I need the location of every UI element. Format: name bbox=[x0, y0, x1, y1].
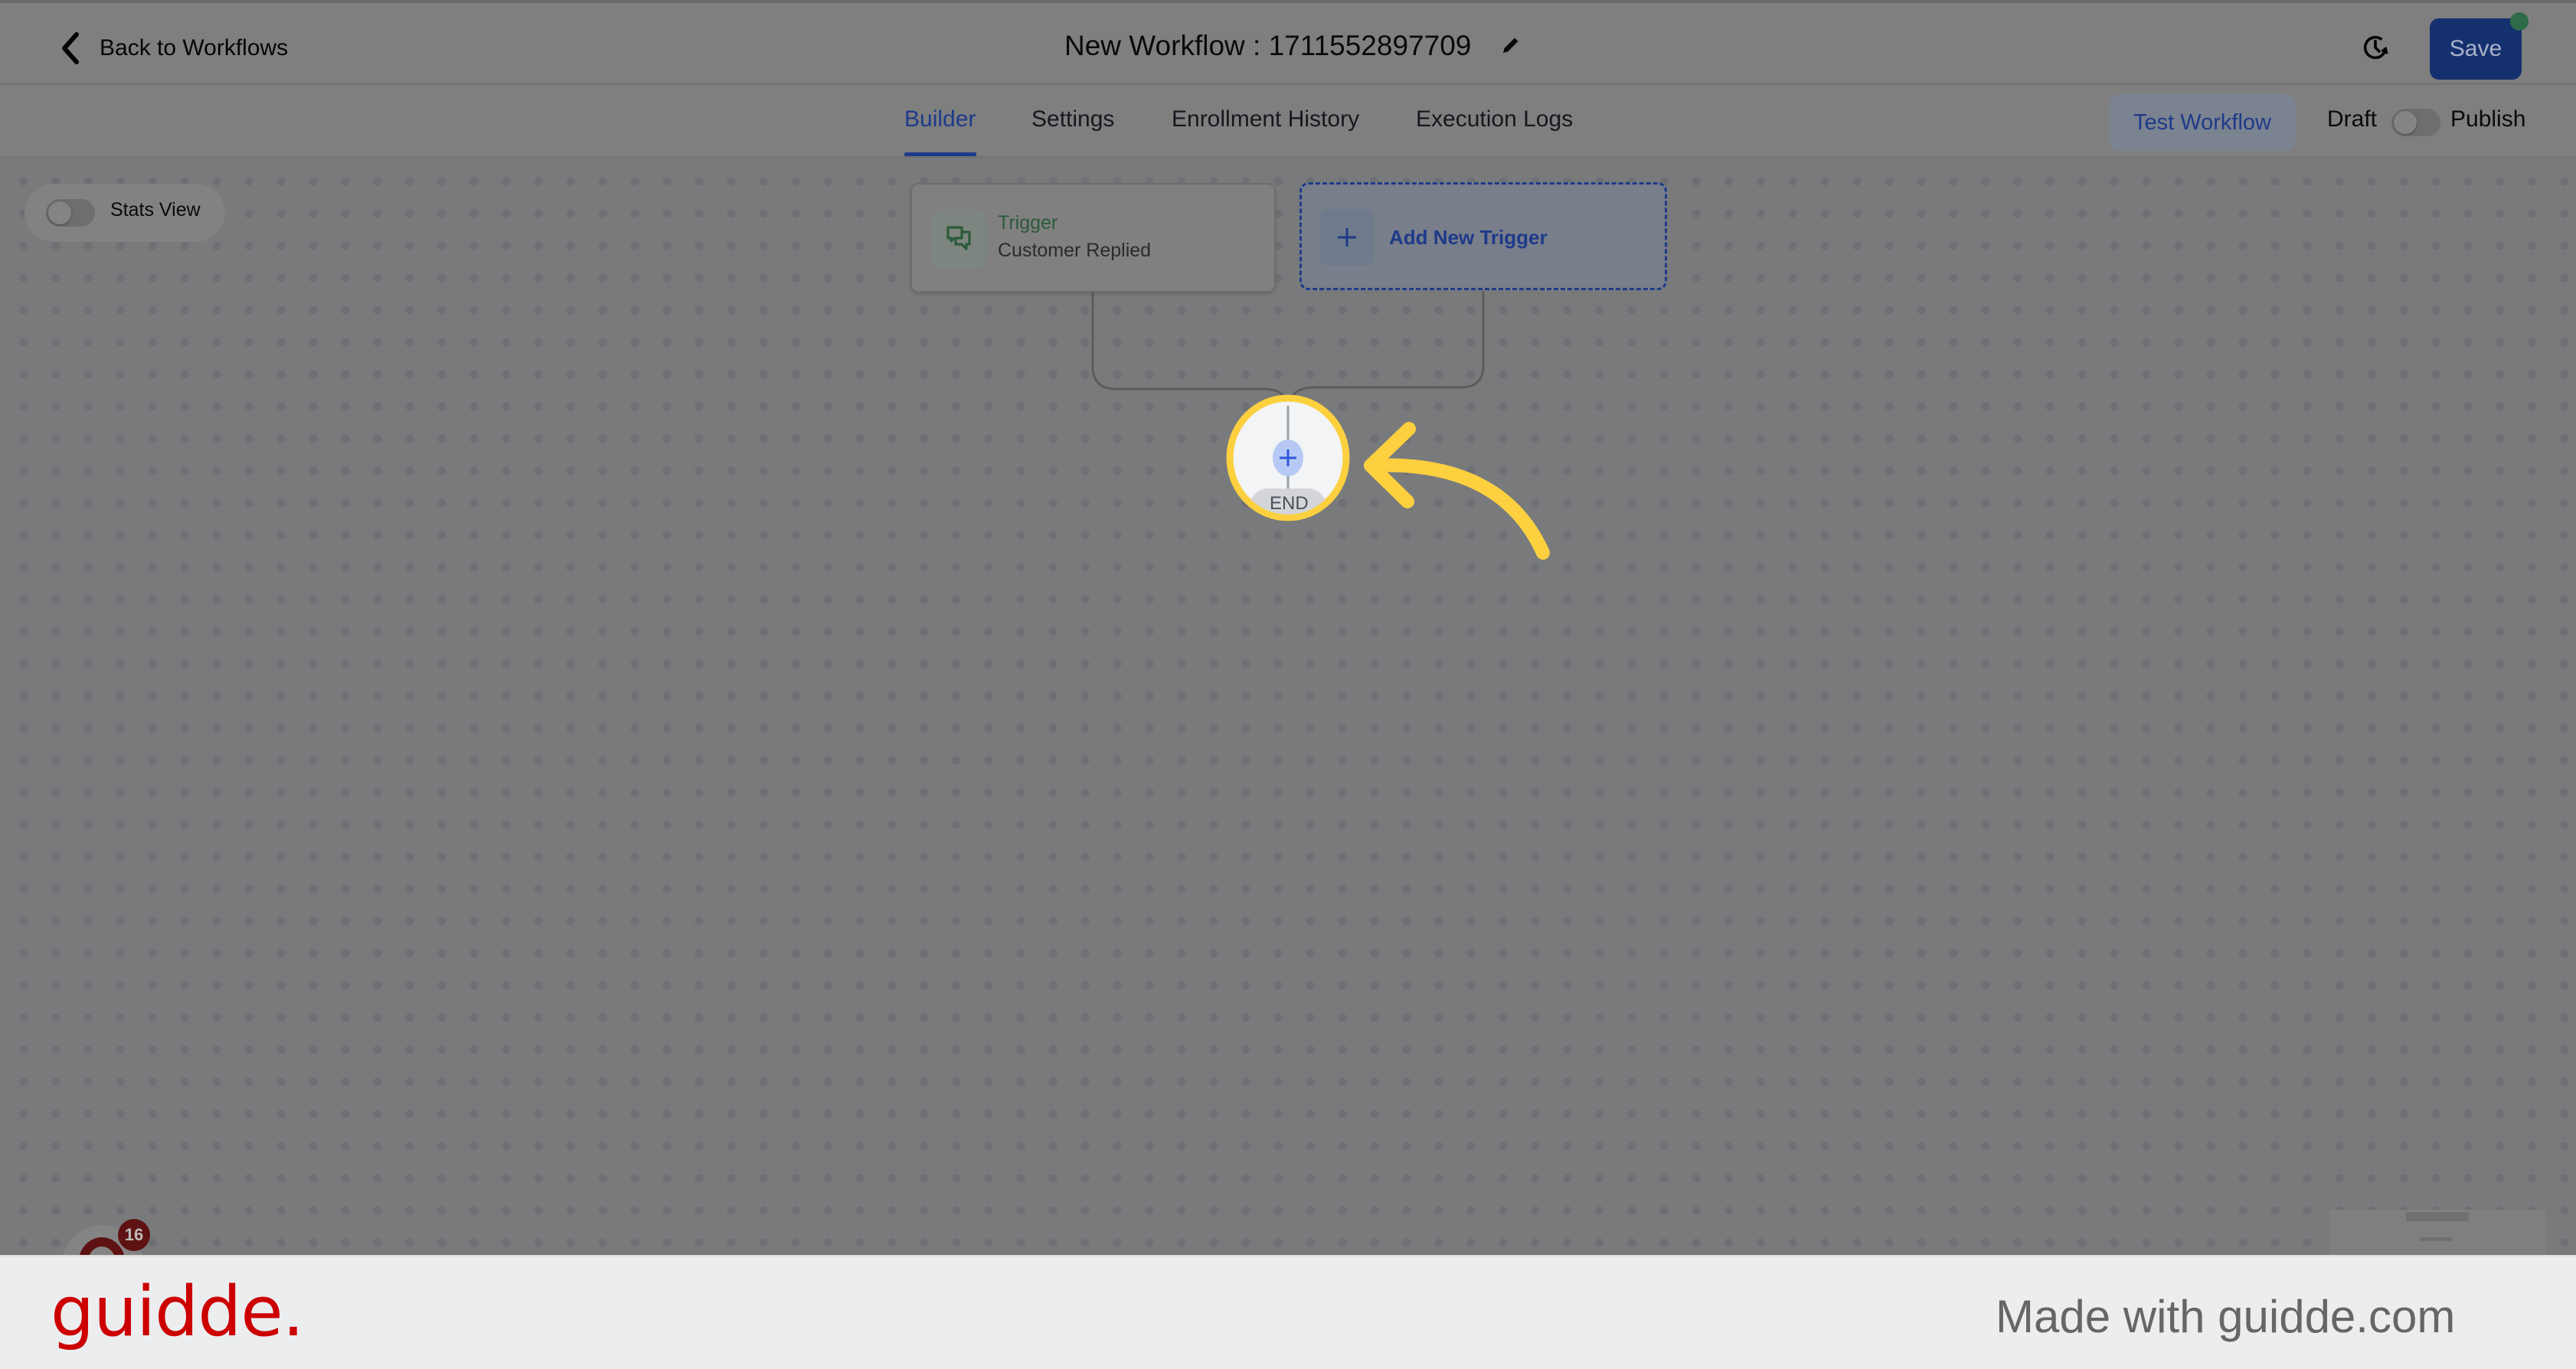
tab-execution-logs[interactable]: Execution Logs bbox=[1416, 106, 1573, 132]
tab-enrollment-history[interactable]: Enrollment History bbox=[1172, 106, 1359, 132]
trigger-title: Trigger bbox=[998, 212, 1058, 234]
tab-builder[interactable]: Builder bbox=[904, 106, 976, 132]
minimap-node bbox=[2406, 1212, 2469, 1221]
made-with-text: Made with guidde.com bbox=[1996, 1291, 2456, 1342]
top-bar: Back to Workflows New Workflow : 1711552… bbox=[0, 0, 2576, 85]
tab-bar: Builder Settings Enrollment History Exec… bbox=[0, 85, 2576, 158]
stats-view-label: Stats View bbox=[110, 199, 201, 221]
tab-settings[interactable]: Settings bbox=[1031, 106, 1114, 132]
minimap[interactable] bbox=[2329, 1210, 2545, 1256]
publish-toggle[interactable] bbox=[2391, 109, 2440, 136]
plus-icon bbox=[1338, 228, 1356, 247]
back-label: Back to Workflows bbox=[100, 35, 289, 60]
draft-label: Draft bbox=[2327, 106, 2378, 132]
history-icon[interactable] bbox=[2360, 32, 2391, 63]
add-new-trigger-button[interactable]: Add New Trigger bbox=[1299, 182, 1667, 290]
active-tab-indicator bbox=[904, 152, 976, 156]
trigger-subtitle: Customer Replied bbox=[998, 240, 1152, 261]
guidde-logo: guidde. bbox=[51, 1272, 304, 1352]
workflow-canvas[interactable] bbox=[0, 0, 2576, 1256]
test-workflow-button[interactable]: Test Workflow bbox=[2109, 94, 2296, 151]
stats-view-control: Stats View bbox=[25, 184, 225, 242]
add-new-trigger-label: Add New Trigger bbox=[1389, 226, 1548, 249]
workflow-title: New Workflow : 1711552897709 bbox=[1064, 25, 1522, 67]
pencil-edit-icon[interactable] bbox=[1499, 34, 1522, 57]
add-icon-box bbox=[1320, 209, 1374, 266]
end-label: END bbox=[1270, 493, 1309, 514]
toggle-knob bbox=[2394, 111, 2417, 134]
back-to-workflows-link[interactable]: Back to Workflows bbox=[60, 29, 288, 67]
chevron-left-icon bbox=[62, 32, 79, 64]
stats-view-toggle[interactable] bbox=[46, 199, 95, 227]
minimap-node bbox=[2420, 1237, 2452, 1241]
publish-label: Publish bbox=[2450, 106, 2526, 132]
trigger-icon-box bbox=[931, 210, 986, 269]
notification-badge: 16 bbox=[118, 1219, 150, 1251]
unsaved-indicator-dot bbox=[2510, 12, 2529, 31]
toggle-knob bbox=[48, 201, 71, 224]
chat-bubbles-icon bbox=[946, 225, 971, 250]
trigger-card[interactable]: Trigger Customer Replied bbox=[910, 183, 1276, 292]
guidde-footer: guidde. Made with guidde.com bbox=[0, 1255, 2576, 1369]
save-button[interactable]: Save bbox=[2430, 18, 2522, 80]
workflow-title-text: New Workflow : 1711552897709 bbox=[1064, 30, 1472, 61]
